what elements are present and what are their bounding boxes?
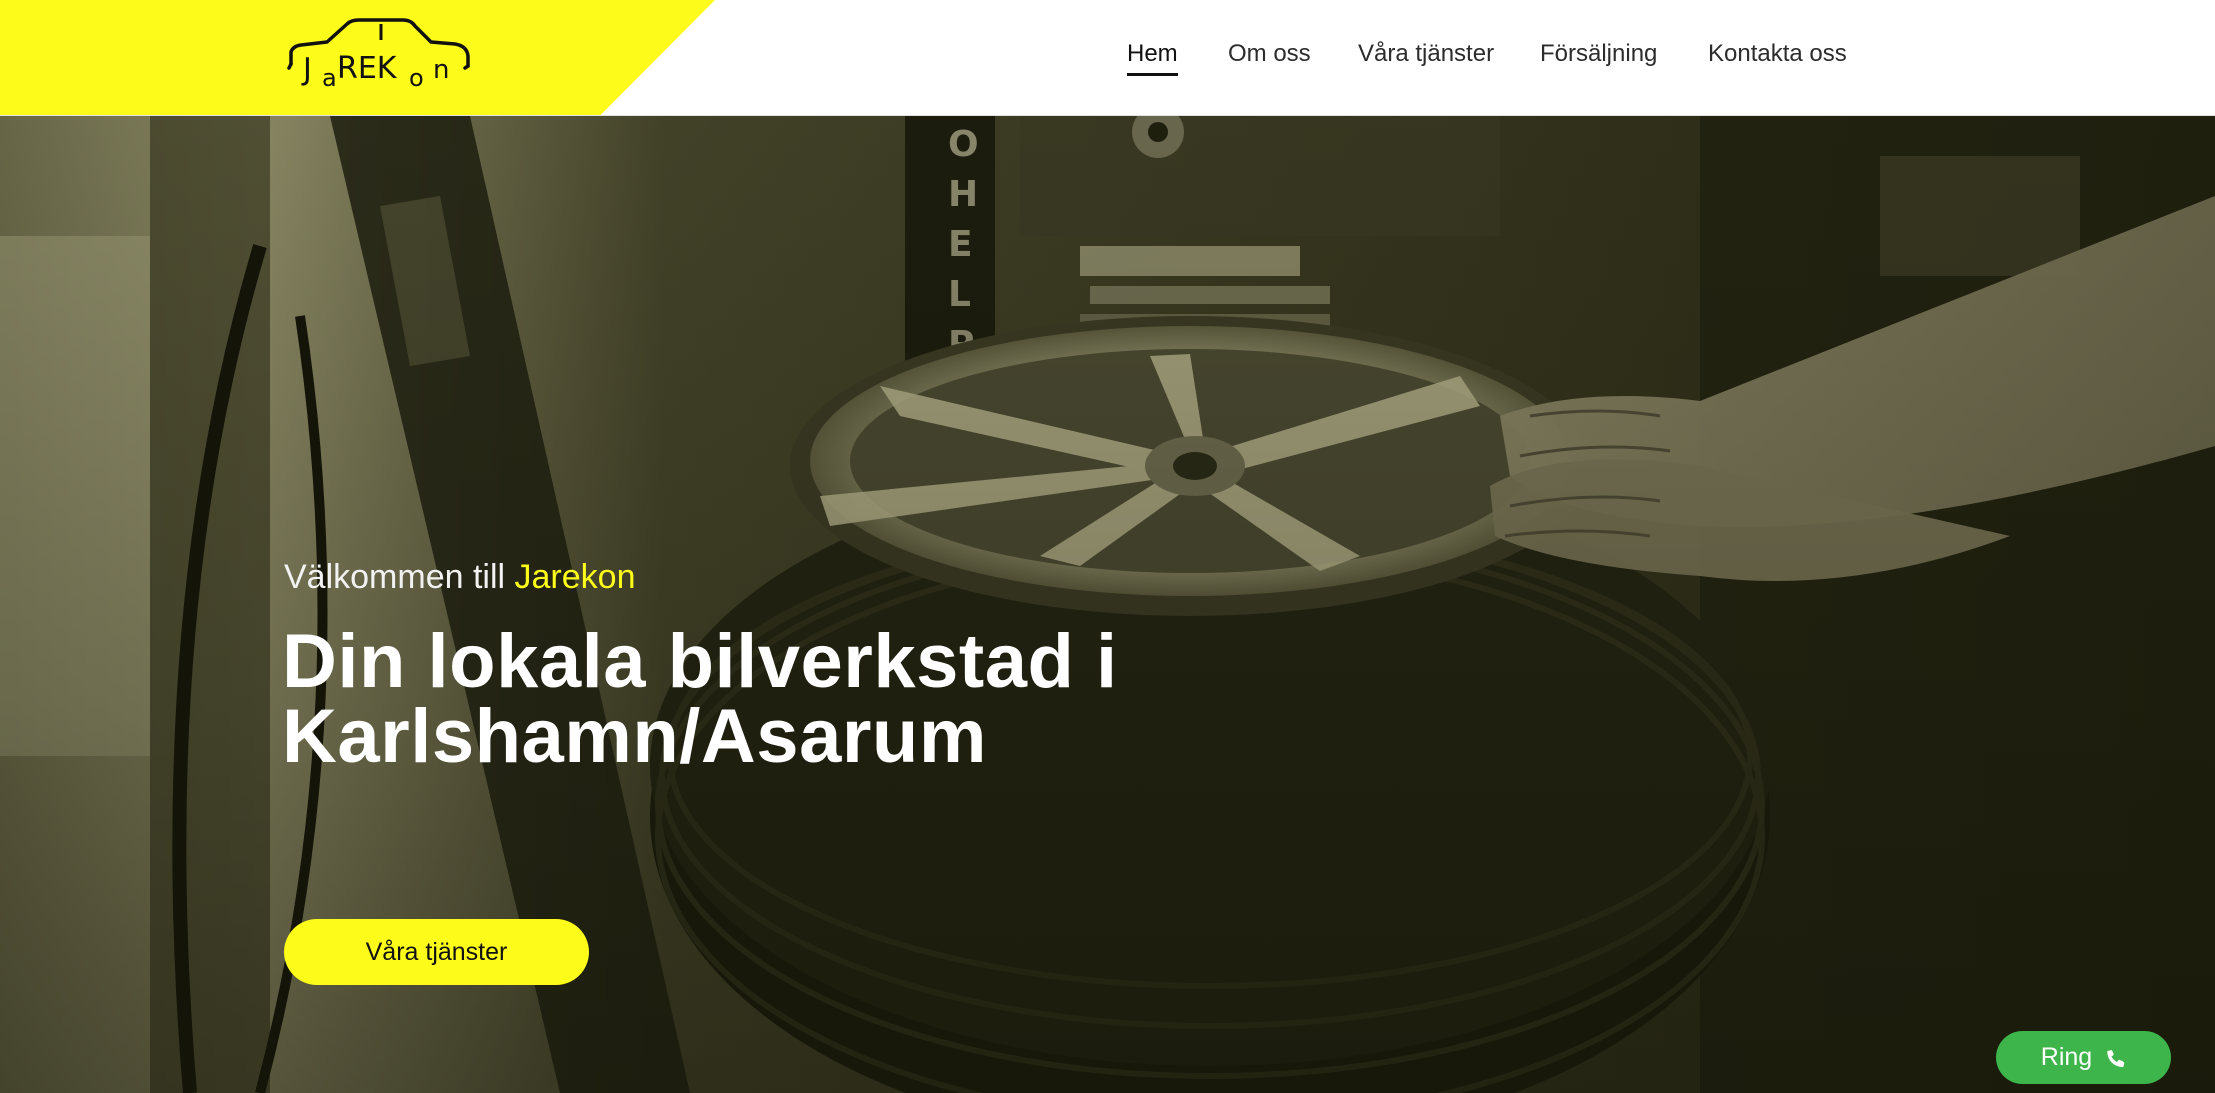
headline-line-1: Din lokala bilverkstad i xyxy=(282,619,1118,704)
call-button-label: Ring xyxy=(2040,1043,2093,1071)
hero-headline: Din lokala bilverkstad i Karlshamn/Asaru… xyxy=(282,619,1482,779)
nav-item-forsaljning[interactable]: Försäljning xyxy=(1540,40,1657,76)
svg-text:n: n xyxy=(433,55,449,85)
nav-item-kontakta-oss[interactable]: Kontakta oss xyxy=(1708,40,1847,76)
nav-item-om-oss[interactable]: Om oss xyxy=(1228,40,1311,76)
svg-text:a: a xyxy=(322,64,337,90)
welcome-prefix: Välkommen till xyxy=(284,558,515,596)
call-button[interactable]: Ring xyxy=(1996,1031,2171,1084)
jarekon-logo[interactable]: J a REK o n xyxy=(285,18,470,90)
nav-item-vara-tjanster[interactable]: Våra tjänster xyxy=(1358,40,1494,76)
site-header: J a REK o n Hem Om oss Våra tjänster För… xyxy=(0,0,2215,116)
nav-item-hem[interactable]: Hem xyxy=(1127,40,1178,76)
welcome-brand: Jarekon xyxy=(514,558,636,596)
svg-text:J: J xyxy=(301,52,312,87)
phone-icon xyxy=(2107,1049,2125,1067)
svg-text:REK: REK xyxy=(337,51,398,86)
vara-tjanster-button[interactable]: Våra tjänster xyxy=(284,919,589,985)
hero-section: O H E L P xyxy=(0,116,2215,1093)
svg-text:o: o xyxy=(409,64,424,90)
headline-line-2: Karlshamn/Asarum xyxy=(282,694,987,779)
car-logo-icon: J a REK o n xyxy=(287,18,470,90)
hero-welcome: Välkommen till Jarekon xyxy=(284,558,635,597)
